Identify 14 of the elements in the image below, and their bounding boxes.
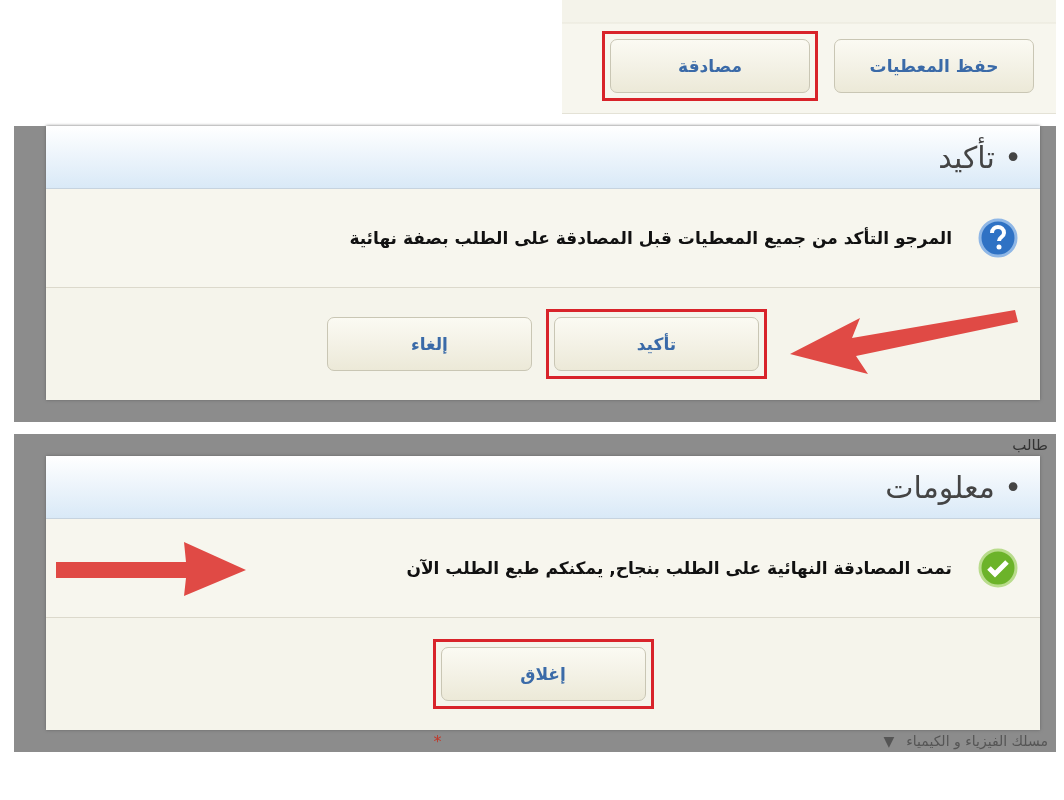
- dialog-message: تمت المصادقة النهائية على الطلب بنجاح, يمكنكم طبع الطلب الآن: [406, 558, 952, 578]
- toolbar-button[interactable]: مصادقة: [610, 38, 810, 93]
- dialog-title: • معلومات: [885, 469, 1022, 505]
- checkmark-icon: [978, 548, 1018, 588]
- dialog-title: • تأكيد: [938, 139, 1022, 175]
- dialog-button[interactable]: تأكيد: [554, 317, 759, 371]
- form-label: طالب: [1012, 436, 1048, 454]
- dialog-message: المرجو التأكد من جميع المعطيات قبل المصادقة على الطلب بصفة نهائية: [349, 228, 952, 248]
- caret-icon: ▼: [883, 733, 895, 749]
- required-mark: *: [433, 731, 442, 751]
- dialog-button[interactable]: إلغاء: [327, 317, 532, 371]
- toolbar-button[interactable]: حفظ المعطيات: [834, 38, 1034, 93]
- help-icon: [978, 218, 1018, 258]
- dialog-button[interactable]: إغلاق: [440, 647, 646, 701]
